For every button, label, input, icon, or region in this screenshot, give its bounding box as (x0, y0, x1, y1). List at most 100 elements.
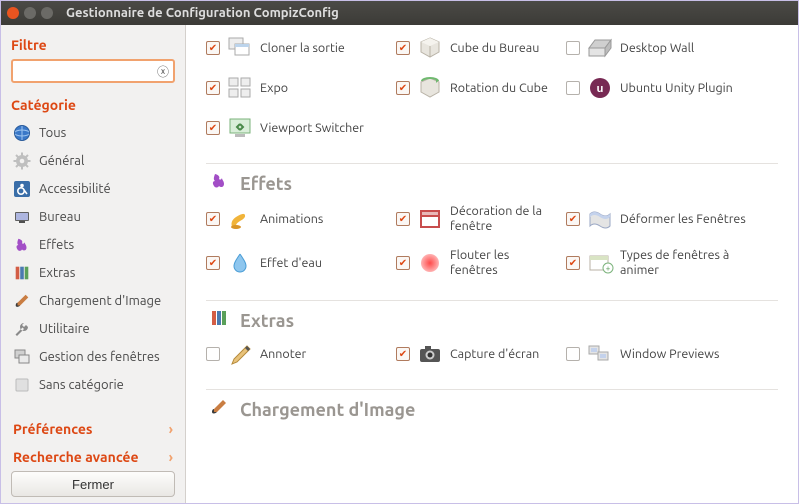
category-item[interactable]: Général (11, 147, 175, 175)
plugin-checkbox[interactable]: ✔ (566, 212, 580, 226)
category-item[interactable]: Accessibilité (11, 175, 175, 203)
desk-icon (13, 208, 31, 226)
plugin-item[interactable]: ✔ Capture d'écran (396, 341, 556, 367)
category-item[interactable]: Sans catégorie (11, 371, 175, 399)
plugin-checkbox[interactable]: ✔ (396, 212, 410, 226)
unity-icon: u (586, 75, 614, 101)
category-label: Extras (39, 266, 75, 280)
section-header: Effets (206, 168, 778, 194)
rotate-icon (416, 75, 444, 101)
plugin-checkbox[interactable] (566, 81, 580, 95)
category-label: Utilitaire (39, 322, 90, 336)
section-title: Effets (240, 174, 292, 194)
winmgr-icon (13, 348, 31, 366)
plugin-item[interactable]: Desktop Wall (566, 35, 746, 61)
plugin-item[interactable]: ✔ Flouter les fenêtres (396, 248, 556, 278)
clear-filter-icon[interactable]: ⓧ (157, 63, 169, 80)
plugin-label: Viewport Switcher (260, 121, 364, 136)
window-maximize-button[interactable] (41, 7, 53, 19)
plugin-label: Flouter les fenêtres (450, 248, 556, 278)
plugin-checkbox[interactable]: ✔ (396, 81, 410, 95)
plugin-checkbox[interactable]: ✔ (396, 41, 410, 55)
category-heading: Catégorie (11, 97, 175, 113)
plugin-item[interactable]: ✔Décoration de la fenêtre (396, 204, 556, 234)
category-label: Bureau (39, 210, 81, 224)
category-label: Chargement d'Image (39, 294, 161, 308)
plugin-checkbox[interactable]: ✔ (206, 41, 220, 55)
window-close-button[interactable] (7, 7, 19, 19)
decor-icon (416, 206, 444, 232)
plugin-checkbox[interactable]: ✔ (206, 212, 220, 226)
plugin-checkbox[interactable]: ✔ (206, 256, 220, 270)
category-item[interactable]: Utilitaire (11, 315, 175, 343)
wobble-icon (586, 206, 614, 232)
window-minimize-button[interactable] (24, 7, 36, 19)
advanced-search-link[interactable]: Recherche avancée › (11, 443, 175, 471)
plugin-item[interactable]: u Ubuntu Unity Plugin (566, 75, 746, 101)
plugin-label: Déformer les Fenêtres (620, 212, 746, 227)
preview-icon (586, 341, 614, 367)
plugin-label: Ubuntu Unity Plugin (620, 81, 733, 96)
plugin-checkbox[interactable]: ✔ (396, 256, 410, 270)
titlebar: Gestionnaire de Configuration CompizConf… (1, 1, 798, 25)
plugin-item[interactable]: ✔ Viewport Switcher (206, 115, 386, 141)
filter-heading: Filtre (11, 37, 175, 53)
plugin-item[interactable]: Window Previews (566, 341, 746, 367)
books-icon (13, 264, 31, 282)
category-item[interactable]: Bureau (11, 203, 175, 231)
plugin-checkbox[interactable]: ✔ (206, 81, 220, 95)
water-icon (226, 250, 254, 276)
plugin-item[interactable]: ✔ Effet d'eau (206, 248, 386, 278)
section-title: Chargement d'Image (240, 400, 415, 420)
plugin-checkbox[interactable] (206, 347, 220, 361)
window-title: Gestionnaire de Configuration CompizConf… (66, 6, 339, 20)
fire-icon (13, 236, 31, 254)
preferences-label: Préférences (13, 421, 93, 437)
category-item[interactable]: Gestion des fenêtres (11, 343, 175, 371)
filter-input[interactable] (11, 59, 175, 83)
plugin-checkbox[interactable]: ✔ (206, 121, 220, 135)
plugin-checkbox[interactable]: ✔ (566, 256, 580, 270)
viewport-icon (226, 115, 254, 141)
plugin-label: Cloner la sortie (260, 41, 345, 56)
category-label: Accessibilité (39, 182, 111, 196)
access-icon (13, 180, 31, 198)
plugin-item[interactable]: ✔ Cloner la sortie (206, 35, 386, 61)
plugin-label: Capture d'écran (450, 347, 539, 362)
plugin-item[interactable]: ✔Expo (206, 75, 386, 101)
blur-icon (416, 250, 444, 276)
plugin-item[interactable]: ✔ Déformer les Fenêtres (566, 204, 746, 234)
plugin-checkbox[interactable] (566, 41, 580, 55)
plugin-item[interactable]: ✔ Rotation du Cube (396, 75, 556, 101)
advanced-search-label: Recherche avancée (13, 449, 139, 465)
plugin-label: Cube du Bureau (450, 41, 539, 56)
globe-icon (13, 124, 31, 142)
category-item[interactable]: Tous (11, 119, 175, 147)
blank-icon (13, 376, 31, 394)
category-label: Général (39, 154, 84, 168)
plugin-checkbox[interactable] (566, 347, 580, 361)
plugin-label: Types de fenêtres à animer (620, 248, 746, 278)
svg-text:u: u (597, 83, 604, 95)
category-label: Gestion des fenêtres (39, 350, 160, 364)
chevron-right-icon: › (169, 421, 173, 437)
plugin-label: Window Previews (620, 347, 719, 362)
svg-text:+: + (606, 264, 611, 273)
plugin-item[interactable]: ✔Animations (206, 204, 386, 234)
brush-icon (206, 394, 232, 420)
plugin-item[interactable]: ✔ + Types de fenêtres à animer (566, 248, 746, 278)
category-label: Sans catégorie (39, 378, 124, 392)
preferences-link[interactable]: Préférences › (11, 415, 175, 443)
category-item[interactable]: Chargement d'Image (11, 287, 175, 315)
plugin-item[interactable]: ✔ Cube du Bureau (396, 35, 556, 61)
section-header: Extras (206, 305, 778, 331)
plugin-item[interactable]: Annoter (206, 341, 386, 367)
plugin-label: Effet d'eau (260, 256, 322, 271)
plugin-label: Rotation du Cube (450, 81, 548, 96)
pencil-icon (226, 341, 254, 367)
close-button[interactable]: Fermer (11, 471, 175, 497)
plugin-checkbox[interactable]: ✔ (396, 347, 410, 361)
category-item[interactable]: Extras (11, 259, 175, 287)
category-item[interactable]: Effets (11, 231, 175, 259)
brush-icon (13, 292, 31, 310)
